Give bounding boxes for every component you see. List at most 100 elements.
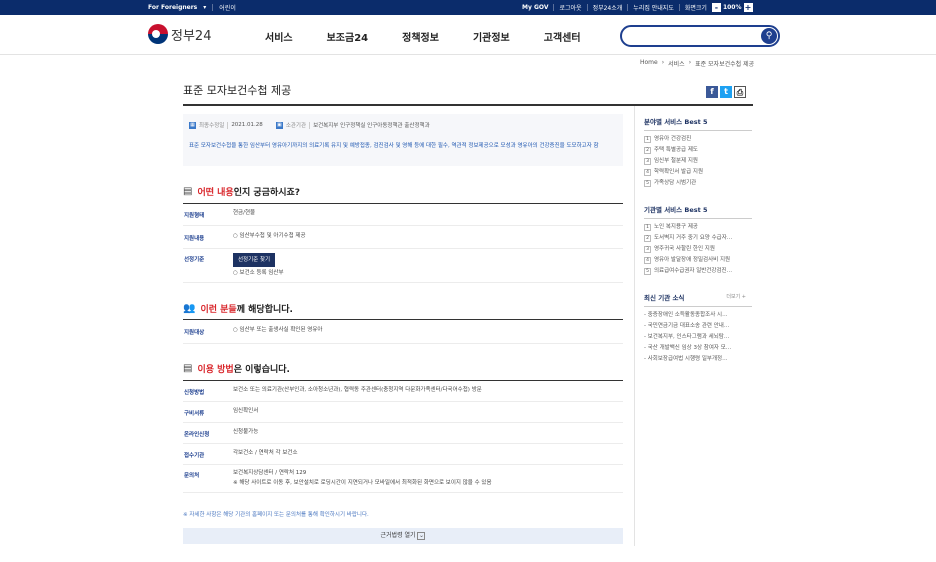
divider (627, 4, 629, 11)
gov24-intro-link[interactable]: 정부24소개 (593, 3, 623, 12)
page-title: 표준 모자보건수첩 제공 (183, 84, 292, 97)
divider (553, 4, 555, 11)
section-how-highlight: 이용 방법 (197, 365, 234, 375)
section-how-heading: ▤ 이용 방법은 이렇습니다. (183, 362, 290, 375)
sidebar-item[interactable]: 3 임신부 철분제 지원 (644, 156, 752, 167)
for-foreigners-link[interactable]: For Foreigners (148, 4, 197, 11)
section-who-rest: 께 해당합니다. (236, 305, 293, 315)
row-label: 신청방법 (184, 390, 205, 396)
chevron-down-icon[interactable]: ▾ (203, 4, 206, 11)
chevron-right-icon: › (688, 59, 692, 66)
building-icon: ▣ (275, 121, 283, 129)
sidebar-section-title: 기관별 서비스 Best 5 (644, 204, 752, 219)
logo[interactable]: 정부24 (148, 24, 211, 44)
zoom-value: 100% (722, 4, 742, 11)
kids-link[interactable]: 어린이 (219, 3, 236, 12)
breadcrumb-current: 표준 모자보건수첩 제공 (695, 61, 755, 68)
date-label: 최종수정일 (199, 123, 225, 129)
logo-text: 정부24 (171, 28, 212, 44)
search-icon[interactable]: ⚲ (761, 28, 777, 44)
dept-label: 소관기관 (285, 123, 307, 129)
people-icon: 👥 (183, 303, 196, 314)
info-box: ▦ 최종수정일 2021.01.28 ▣ 소관기관 보건복지부 인구정책실 인구… (183, 114, 623, 166)
service-description: 표준 모자보건수첩을 통한 임산부터 영유아기까지의 의료기록 유지 및 예방접… (189, 143, 599, 149)
search-input[interactable]: ⚲ (620, 25, 780, 47)
news-item[interactable]: - 국산 개발백신 임상 3상 참여자 모… (644, 343, 752, 354)
row-value: 보건소 또는 의료기관(산부인과, 소아청소년과), 협력동 주관센터(충청지역… (233, 387, 482, 393)
sidebar-item[interactable]: 5 의료급여수급권자 일반건강검진… (644, 266, 752, 277)
menu-agency-info[interactable]: 기관정보 (473, 29, 510, 44)
news-item[interactable]: - 보건복지부, 인스타그램과 세뇌탐… (644, 332, 752, 343)
document-icon: ▤ (183, 186, 193, 197)
logout-link[interactable]: 로그아웃 (559, 3, 581, 12)
rank-badge: 4 (644, 169, 651, 176)
taegeuk-logo-icon (148, 24, 168, 44)
section-what-highlight: 어떤 내용 (197, 188, 234, 198)
sidebar-section-title: 최신 기관 소식 더보기 + (644, 292, 752, 307)
breadcrumb-home[interactable]: Home (640, 59, 658, 68)
law-toggle-button[interactable]: 근거법령 열기 ⌄ (183, 528, 623, 544)
section-who-highlight: 이런 분들 (200, 305, 237, 315)
news-item[interactable]: - 중증장애인 소득활동종합조사 시… (644, 310, 752, 321)
menu-policy-info[interactable]: 정책정보 (402, 29, 439, 44)
rank-badge: 5 (644, 180, 651, 187)
utility-bar: For Foreigners ▾ 어린이 My GOV 로그아웃 정부24소개 … (0, 0, 936, 15)
divider (309, 121, 311, 129)
sidebar-item-label: 주택 특별공급 제도 (654, 147, 698, 153)
row-label: 지원대상 (184, 330, 205, 336)
sidebar-item[interactable]: 1 영유아 건강검진 (644, 134, 752, 145)
main-header: 정부24 서비스 보조금24 정책정보 기관정보 고객센터 (0, 15, 936, 55)
row-note: ※ 해당 사이트로 이동 후, 보안설치로 로딩시간이 지연되거나 모바일에서 … (233, 480, 492, 486)
sidebar-section-title: 분야별 서비스 Best 5 (644, 116, 752, 131)
table-row: 신청방법 보건소 또는 의료기관(산부인과, 소아청소년과), 협력동 주관센터… (183, 381, 623, 402)
section-what-rest: 인지 궁금하시죠? (233, 188, 301, 198)
menu-services[interactable]: 서비스 (265, 29, 293, 44)
sidebar-item[interactable]: 4 영유아 발달장애 정밀검사비 지원 (644, 255, 752, 266)
row-label: 문의처 (184, 473, 200, 479)
more-link[interactable]: 더보기 + (726, 293, 746, 300)
sidebar-item[interactable]: 1 노인 복지용구 제공 (644, 222, 752, 233)
row-label: 지원내용 (184, 236, 205, 242)
sidebar-item-label: 노인 복지용구 제공 (654, 224, 698, 230)
dept-value: 보건복지부 인구정책실 인구아동정책관 출산정책과 (313, 123, 430, 129)
sidebar-org-services: 기관별 서비스 Best 5 1 노인 복지용구 제공 2 도서벽지 거주 중기 요… (644, 204, 752, 277)
table-row: 문의처 보건복지상담센터 / 연락처 129 ※ 해당 사이트로 이동 후, 보… (183, 465, 623, 493)
chevron-down-icon: ⌄ (417, 532, 426, 540)
news-item[interactable]: - 사회보장급여법 시행령 일부개정… (644, 354, 752, 365)
breadcrumb-services[interactable]: 서비스 (668, 59, 685, 68)
rank-badge: 3 (644, 158, 651, 165)
zoom-in-button[interactable]: + (743, 3, 753, 12)
menu-customer-center[interactable]: 고객센터 (544, 29, 581, 44)
meta-row: ▦ 최종수정일 2021.01.28 ▣ 소관기관 보건복지부 인구정책실 인구… (189, 121, 430, 129)
divider (678, 4, 680, 11)
list-icon: ▤ (183, 363, 193, 374)
news-item[interactable]: - 국민연금기금 대표소송 관련 안내… (644, 321, 752, 332)
mygov-link[interactable]: My GOV (522, 4, 548, 11)
zoom-control: - 100% + (711, 3, 753, 12)
row-value: 현금/현물 (233, 210, 256, 216)
table-row: 구비서류 임신확인서 (183, 402, 623, 423)
column-divider (634, 106, 635, 546)
twitter-share-icon[interactable]: t (720, 86, 732, 98)
row-value: 임신확인서 (233, 408, 259, 414)
sitemap-link[interactable]: 누리집 안내지도 (633, 3, 674, 12)
sidebar-item-label: 영유아 발달장애 정밀검사비 지원 (654, 257, 731, 263)
sidebar-item[interactable]: 4 학력확인서 발급 지원 (644, 167, 752, 178)
sidebar-news: 최신 기관 소식 더보기 + - 중증장애인 소득활동종합조사 시… - 국민연… (644, 292, 752, 365)
row-label: 지원형태 (184, 213, 205, 219)
zoom-out-button[interactable]: - (711, 3, 721, 12)
sidebar-item[interactable]: 2 주택 특별공급 제도 (644, 145, 752, 156)
rank-badge: 3 (644, 246, 651, 253)
facebook-share-icon[interactable]: f (706, 86, 718, 98)
divider (227, 121, 229, 129)
rank-badge: 2 (644, 235, 651, 242)
footer-note: ※ 자세한 사항은 해당 기관의 홈페이지 또는 문의처를 통해 확인하시기 바… (183, 512, 369, 518)
row-label: 접수기관 (184, 453, 205, 459)
sidebar-item[interactable]: 5 가족상담 시범기관 (644, 178, 752, 189)
menu-subsidy24[interactable]: 보조금24 (327, 29, 369, 44)
sidebar-item[interactable]: 2 도서벽지 거주 중기 요양 수급자… (644, 233, 752, 244)
sidebar-item[interactable]: 3 영주귀국 사할린 한인 지원 (644, 244, 752, 255)
sidebar-item-label: 의료급여수급권자 일반건강검진… (654, 268, 733, 274)
print-icon[interactable]: ⎙ (734, 86, 746, 98)
selection-criteria-button[interactable]: 선정기준 찾기 (233, 253, 276, 267)
